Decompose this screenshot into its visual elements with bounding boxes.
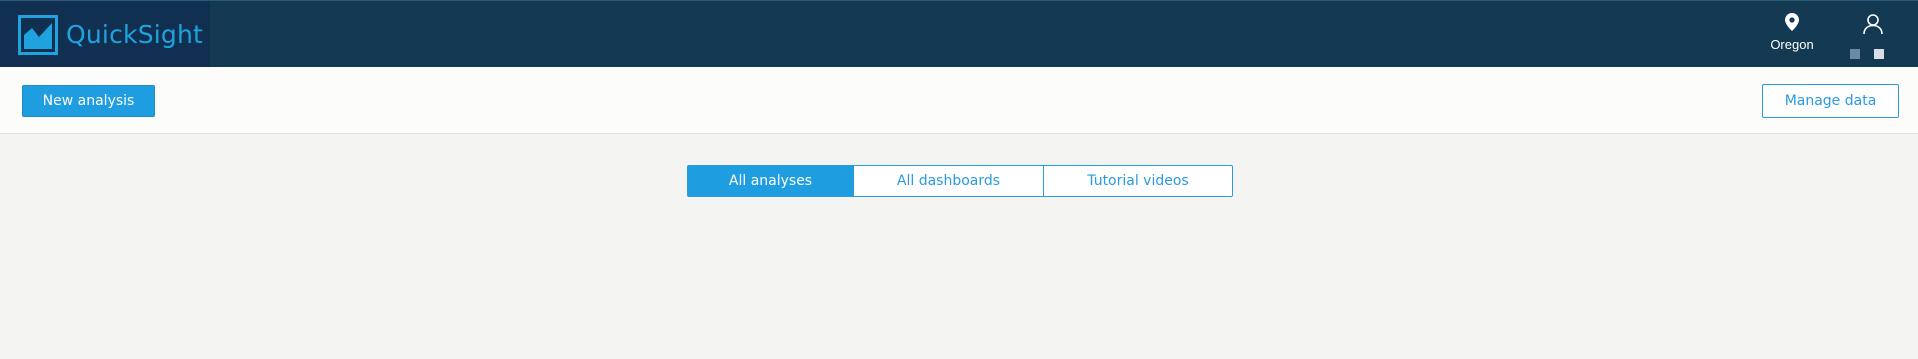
quicksight-logo-icon (18, 14, 58, 55)
new-analysis-button[interactable]: New analysis (22, 85, 155, 117)
location-pin-icon (1760, 13, 1824, 31)
tab-tutorial-videos[interactable]: Tutorial videos (1044, 165, 1233, 197)
brand-home-link[interactable]: QuickSight (0, 1, 210, 68)
view-tabs: All analyses All dashboards Tutorial vid… (687, 165, 1233, 197)
region-selector[interactable]: Oregon (1760, 13, 1824, 59)
user-icon (1848, 13, 1898, 35)
user-menu[interactable] (1848, 13, 1898, 61)
top-navigation-bar: QuickSight Oregon (0, 0, 1918, 68)
toolbar: New analysis Manage data (0, 67, 1918, 134)
manage-data-button[interactable]: Manage data (1762, 84, 1899, 118)
user-status-square (1874, 49, 1884, 59)
tab-all-dashboards[interactable]: All dashboards (854, 165, 1044, 197)
brand-name: QuickSight (66, 20, 204, 49)
region-label: Oregon (1770, 37, 1814, 52)
user-status-square (1850, 49, 1860, 59)
tab-all-analyses[interactable]: All analyses (687, 165, 854, 197)
